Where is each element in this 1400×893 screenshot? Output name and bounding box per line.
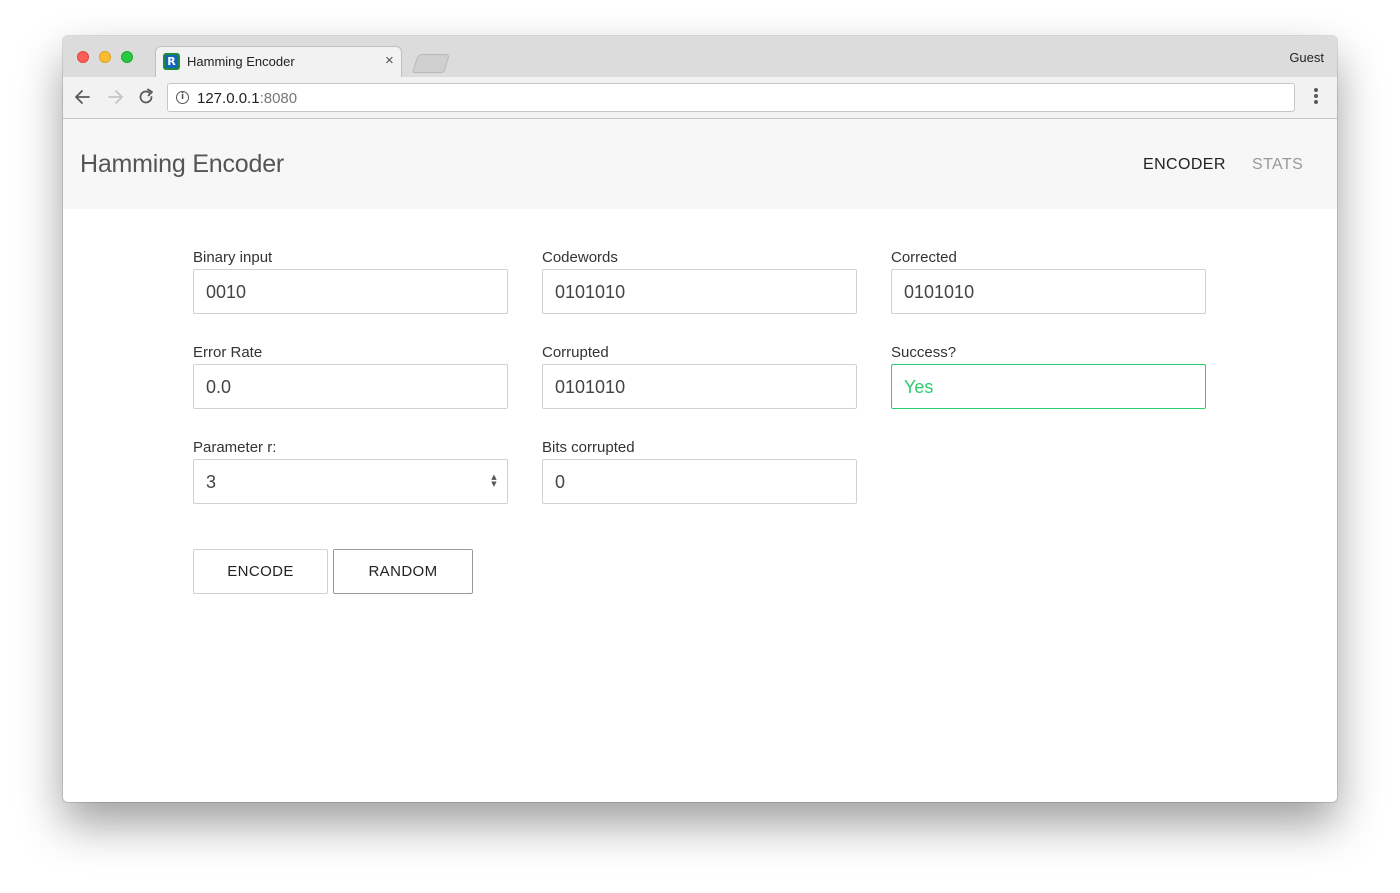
forward-arrow-svg (108, 90, 123, 104)
nav-stats[interactable]: STATS (1252, 156, 1303, 174)
browser-window: R Hamming Encoder × Guest i 127.0.0.1:80… (63, 36, 1337, 802)
parameter-r-label: Parameter r: (193, 439, 277, 456)
corrupted-input[interactable]: 0101010 (542, 364, 857, 409)
bits-corrupted-label: Bits corrupted (542, 439, 635, 456)
select-arrows-icon: ▲ ▼ (491, 473, 497, 488)
reload-svg (139, 88, 153, 104)
url-port: :8080 (259, 90, 298, 107)
success-input[interactable]: Yes (891, 364, 1206, 409)
codewords-input[interactable]: 0101010 (542, 269, 857, 314)
success-value: Yes (904, 377, 934, 397)
tab-strip: R Hamming Encoder × Guest (63, 36, 1337, 79)
address-bar[interactable]: i 127.0.0.1:8080 (167, 83, 1295, 112)
corrupted-value: 0101010 (555, 377, 626, 397)
codewords-label: Codewords (542, 249, 618, 266)
app-header: Hamming Encoder ENCODER STATS (63, 119, 1337, 209)
app-title[interactable]: Hamming Encoder (80, 150, 284, 179)
close-window-button[interactable] (77, 51, 89, 63)
back-arrow-svg (75, 90, 90, 104)
minimize-window-button[interactable] (99, 51, 111, 63)
corrected-value: 0101010 (904, 282, 975, 302)
parameter-r-select[interactable]: 3 ▲ ▼ (193, 459, 508, 504)
browser-toolbar: i 127.0.0.1:8080 (63, 77, 1337, 119)
binary-input-value: 0010 (206, 282, 247, 302)
url-host: 127.0.0.1 (197, 90, 260, 107)
error-rate-input[interactable]: 0.0 (193, 364, 508, 409)
success-label: Success? (891, 344, 957, 361)
binary-input-label: Binary input (193, 249, 273, 266)
reload-icon[interactable] (136, 87, 156, 107)
codewords-value: 0101010 (555, 282, 626, 302)
random-button[interactable]: RANDOM (333, 549, 473, 594)
profile-guest-label[interactable]: Guest (1289, 50, 1324, 65)
bits-corrupted-value: 0 (555, 472, 566, 492)
corrected-input[interactable]: 0101010 (891, 269, 1206, 314)
parameter-r-value: 3 (206, 472, 217, 492)
forward-arrow-icon[interactable] (105, 87, 125, 107)
favicon-icon: R (163, 53, 180, 70)
new-tab-button[interactable] (411, 54, 451, 73)
corrupted-label: Corrupted (542, 344, 609, 361)
page-content: Hamming Encoder ENCODER STATS Binary inp… (63, 119, 1337, 802)
favicon-letter: R (165, 55, 178, 68)
back-arrow-icon[interactable] (73, 87, 93, 107)
tab-close-icon[interactable]: × (385, 52, 394, 70)
maximize-window-button[interactable] (121, 51, 133, 63)
browser-menu-icon[interactable] (1309, 88, 1323, 108)
active-tab-content: R Hamming Encoder × (163, 46, 398, 78)
error-rate-value: 0.0 (206, 377, 232, 397)
error-rate-label: Error Rate (193, 344, 263, 361)
url-text[interactable]: 127.0.0.1:8080 (197, 90, 297, 107)
encode-button[interactable]: ENCODE (193, 549, 328, 594)
bits-corrupted-input[interactable]: 0 (542, 459, 857, 504)
info-icon[interactable]: i (176, 91, 189, 104)
nav-encoder[interactable]: ENCODER (1143, 156, 1226, 174)
tab-title: Hamming Encoder (187, 54, 295, 69)
corrected-label: Corrected (891, 249, 957, 266)
binary-input[interactable]: 0010 (193, 269, 508, 314)
